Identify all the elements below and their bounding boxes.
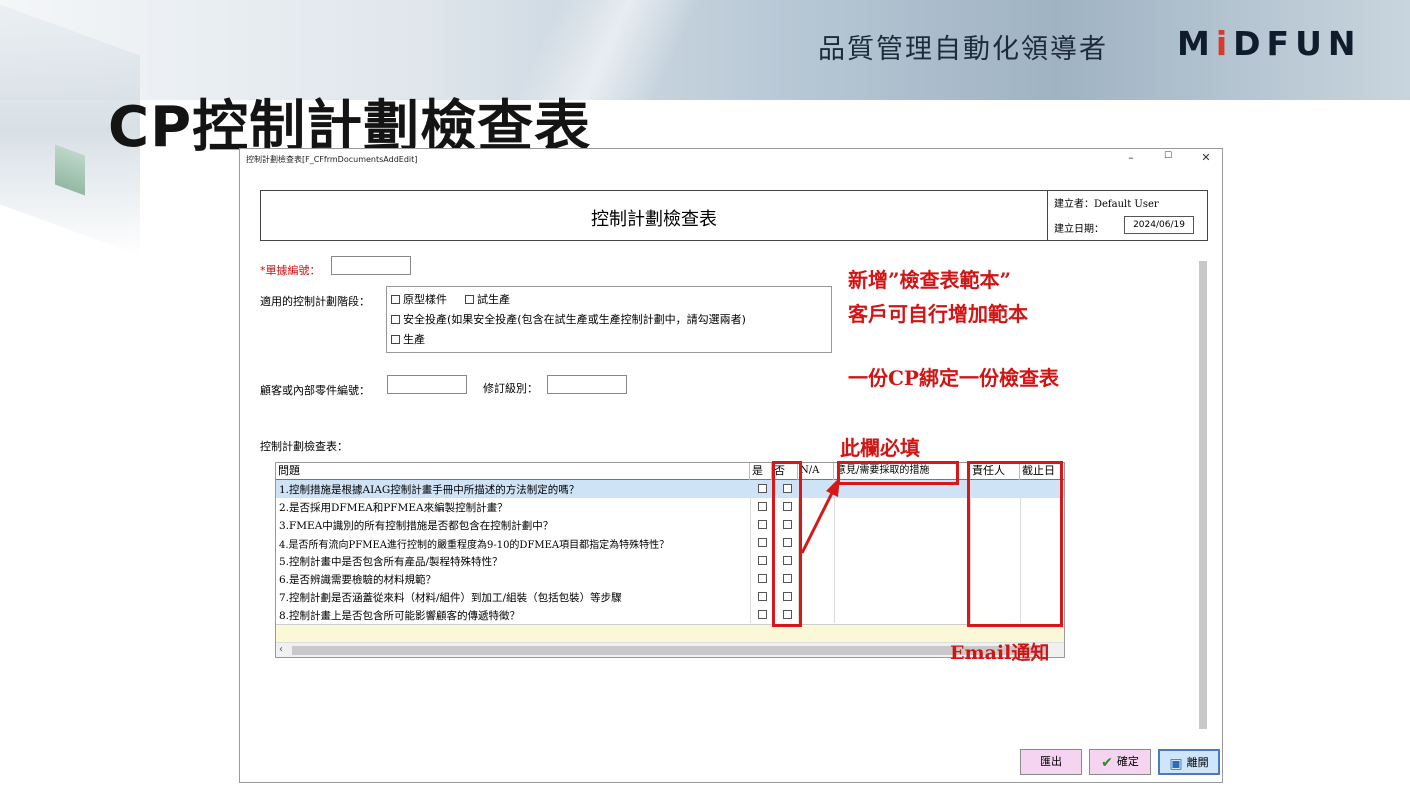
table-row[interactable]: 6.是否辨識需要檢驗的材料規範？ — [276, 570, 1064, 588]
checkbox[interactable] — [391, 335, 400, 344]
stage-option-label: 試生產 — [477, 293, 510, 306]
creator-value: Default User — [1094, 199, 1159, 210]
stage-option-production[interactable]: 生產 — [391, 331, 425, 347]
yes-checkbox[interactable] — [758, 592, 767, 601]
checkbox[interactable] — [465, 295, 474, 304]
column-question[interactable]: 問題 — [276, 463, 750, 480]
horizontal-scrollbar[interactable]: ‹ — [276, 642, 1064, 657]
created-date-value: 2024/06/19 — [1124, 216, 1194, 234]
question-text: 3.FMEA中識別的所有控制措施是否都包含在控制計劃中？ — [279, 520, 554, 532]
window-titlebar: 控制計劃檢查表[F_CFfrmDocumentsAddEdit] – ☐ ✕ — [240, 149, 1222, 169]
exit-door-icon: ▣ — [1169, 756, 1183, 772]
question-text: 7.控制計劃是否涵蓋從來料（材料/組件）到加工/組裝（包括包裝）等步驟 — [279, 592, 622, 604]
scrollbar-thumb[interactable] — [292, 646, 1046, 655]
table-row[interactable]: 3.FMEA中識別的所有控制措施是否都包含在控制計劃中？ — [276, 516, 1064, 534]
stage-option-prototype[interactable]: 原型樣件 — [391, 291, 447, 307]
exit-button[interactable]: ▣ 離開 — [1158, 749, 1220, 775]
yes-checkbox[interactable] — [758, 520, 767, 529]
stage-option-pilot[interactable]: 試生產 — [465, 291, 510, 307]
close-window-button[interactable]: ✕ — [1191, 151, 1221, 167]
table-row[interactable]: 5.控制計畫中是否包含所有產品/製程特殊特性？ — [276, 552, 1064, 570]
stage-option-safe-launch[interactable]: 安全投產(如果安全投產(包含在試生產或生產控制計劃中，請勾選兩者) — [391, 311, 746, 327]
question-text: 2.是否採用DFMEA和PFMEA來編製控制計畫？ — [279, 502, 508, 514]
logo-part: i — [1215, 24, 1234, 63]
annotation-template: 新增”檢查表範本” — [848, 268, 1012, 292]
annotation-email: Email通知 — [950, 642, 1050, 664]
table-row[interactable]: 2.是否採用DFMEA和PFMEA來編製控制計畫？ — [276, 498, 1064, 516]
yes-checkbox[interactable] — [758, 610, 767, 619]
question-text: 4.是否所有流向PFMEA進行控制的嚴重程度為9-10的DFMEA項目都指定為特… — [279, 540, 670, 551]
creator-row: 建立者：Default User — [1054, 195, 1159, 210]
checkbox[interactable] — [391, 295, 400, 304]
checkbox[interactable] — [391, 315, 400, 324]
logo-part: M — [1177, 24, 1216, 63]
logo-part: DFUN — [1233, 24, 1362, 63]
column-yes[interactable]: 是 — [750, 463, 772, 480]
table-row[interactable]: 4.是否所有流向PFMEA進行控制的嚴重程度為9-10的DFMEA項目都指定為特… — [276, 534, 1064, 552]
scroll-left-icon[interactable]: ‹ — [279, 644, 283, 655]
part-no-input[interactable] — [387, 375, 467, 394]
stage-option-label: 生產 — [403, 333, 425, 346]
question-text: 5.控制計畫中是否包含所有產品/製程特殊特性？ — [279, 556, 503, 568]
table-row[interactable]: 8.控制計畫上是否包含所可能影響顧客的傳遞特徵？ — [276, 606, 1064, 624]
revision-label: 修訂級別： — [483, 382, 538, 395]
yes-checkbox[interactable] — [758, 484, 767, 493]
window-title: 控制計劃檢查表[F_CFfrmDocumentsAddEdit] — [246, 155, 418, 164]
slide-tagline: 品質管理自動化領導者 — [818, 34, 1108, 65]
stage-option-label: 原型樣件 — [403, 293, 447, 306]
annotation-required: 此欄必填 — [840, 436, 920, 460]
part-no-label: 顧客或內部零件編號： — [260, 384, 370, 397]
annotation-custom-template: 客戶可自行增加範本 — [848, 302, 1028, 326]
doc-no-label: *單據編號： — [260, 264, 321, 277]
doc-no-input[interactable] — [331, 256, 411, 275]
creator-label: 建立者： — [1054, 199, 1094, 210]
form-title: 控制計劃檢查表 — [591, 209, 717, 230]
vertical-scrollbar[interactable] — [1196, 245, 1210, 745]
yes-checkbox[interactable] — [758, 556, 767, 565]
export-button[interactable]: 匯出 — [1020, 749, 1082, 775]
grid-footer — [276, 624, 1064, 642]
decorative-chart — [55, 144, 85, 196]
question-text: 8.控制計畫上是否包含所可能影響顧客的傳遞特徵？ — [279, 610, 521, 622]
annotation-cp-binding: 一份CP綁定一份檢查表 — [848, 366, 1059, 390]
stage-option-label: 安全投產(如果安全投產(包含在試生產或生產控制計劃中，請勾選兩者) — [403, 313, 746, 326]
table-row[interactable]: 7.控制計劃是否涵蓋從來料（材料/組件）到加工/組裝（包括包裝）等步驟 — [276, 588, 1064, 606]
stage-label: 適用的控制計劃階段： — [260, 295, 370, 308]
annotation-arrow — [800, 477, 840, 554]
highlight-comment-header — [837, 461, 959, 485]
yes-checkbox[interactable] — [758, 538, 767, 547]
creator-panel: 建立者：Default User 建立日期： 2024/06/19 — [1047, 191, 1207, 240]
checklist-grid: 問題 是 否 N/A 意見/需要採取的措施 責任人 截止日 1.控制措施是根據A… — [275, 462, 1065, 658]
minimize-button[interactable]: – — [1116, 151, 1146, 167]
highlight-owner-due-columns — [967, 461, 1063, 627]
app-window: 控制計劃檢查表[F_CFfrmDocumentsAddEdit] – ☐ ✕ 控… — [239, 148, 1223, 783]
stage-options-box: 原型樣件 試生產 安全投產(如果安全投產(包含在試生產或生產控制計劃中，請勾選兩… — [386, 286, 832, 353]
revision-input[interactable] — [547, 375, 627, 394]
yes-checkbox[interactable] — [758, 502, 767, 511]
ok-button[interactable]: ✔ 確定 — [1089, 749, 1151, 775]
maximize-button[interactable]: ☐ — [1153, 151, 1183, 167]
question-text: 6.是否辨識需要檢驗的材料規範？ — [279, 574, 437, 586]
form-header: 控制計劃檢查表 建立者：Default User 建立日期： 2024/06/1… — [260, 190, 1208, 241]
yes-checkbox[interactable] — [758, 574, 767, 583]
exit-button-label: 離開 — [1186, 756, 1209, 769]
checklist-label: 控制計劃檢查表： — [260, 440, 348, 453]
midfun-logo: MiDFUN — [1177, 24, 1362, 63]
check-icon: ✔ — [1101, 755, 1113, 771]
created-date-label: 建立日期： — [1054, 224, 1104, 235]
ok-button-label: 確定 — [1116, 755, 1139, 768]
question-text: 1.控制措施是根據AIAG控制計畫手冊中所描述的方法制定的嗎？ — [279, 484, 580, 496]
scrollbar-thumb[interactable] — [1199, 261, 1207, 729]
